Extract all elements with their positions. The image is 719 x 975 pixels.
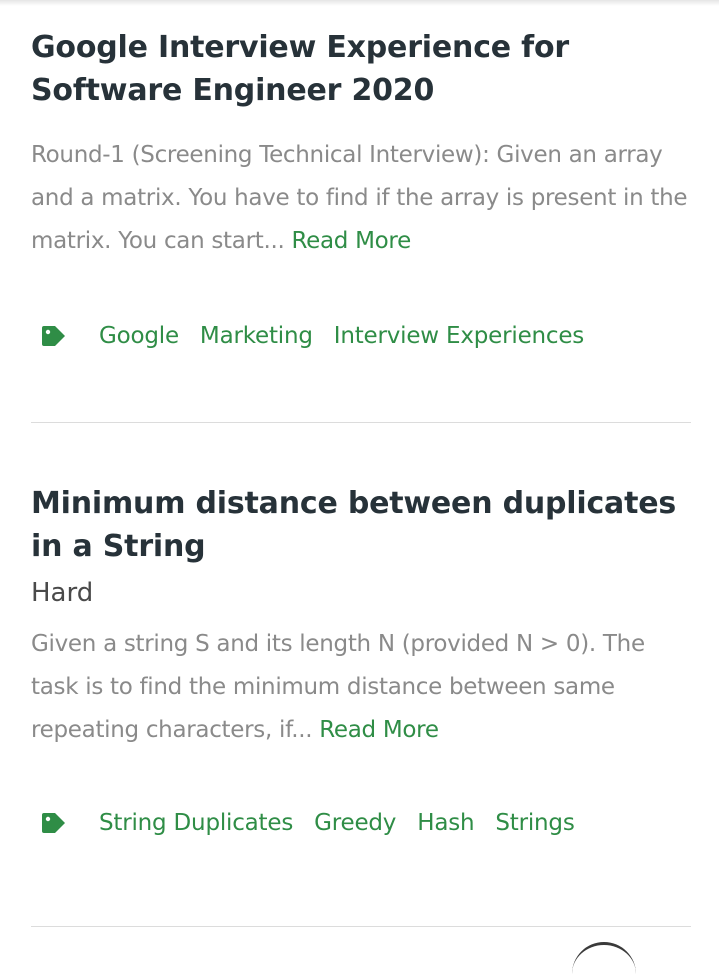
tag-link[interactable]: Hash: [417, 810, 474, 836]
header-shadow: [0, 0, 719, 6]
read-more-link[interactable]: Read More: [292, 228, 412, 254]
article-card: Google Interview Experience for Software…: [31, 26, 691, 356]
tag-list: String Duplicates Greedy Hash Strings: [31, 803, 691, 843]
floating-action-button[interactable]: [572, 942, 636, 975]
divider: [31, 926, 691, 927]
article-title[interactable]: Google Interview Experience for Software…: [31, 26, 691, 112]
article-card: Minimum distance between duplicates in a…: [31, 482, 691, 843]
tag-link[interactable]: Google: [99, 323, 179, 349]
tag-link[interactable]: Marketing: [200, 323, 313, 349]
tag-link[interactable]: Interview Experiences: [334, 323, 585, 349]
tag-link[interactable]: String Duplicates: [99, 810, 293, 836]
article-excerpt: Given a string S and its length N (provi…: [31, 623, 691, 752]
difficulty-label: Hard: [31, 578, 94, 608]
tag-icon: [40, 811, 68, 835]
tag-link[interactable]: Strings: [495, 810, 574, 836]
article-excerpt: Round-1 (Screening Technical Interview):…: [31, 134, 691, 263]
article-title[interactable]: Minimum distance between duplicates in a…: [31, 482, 691, 568]
tag-list: Google Marketing Interview Experiences: [31, 316, 691, 356]
read-more-link[interactable]: Read More: [319, 717, 439, 743]
divider: [31, 422, 691, 423]
tag-icon: [40, 324, 68, 348]
tag-link[interactable]: Greedy: [314, 810, 396, 836]
